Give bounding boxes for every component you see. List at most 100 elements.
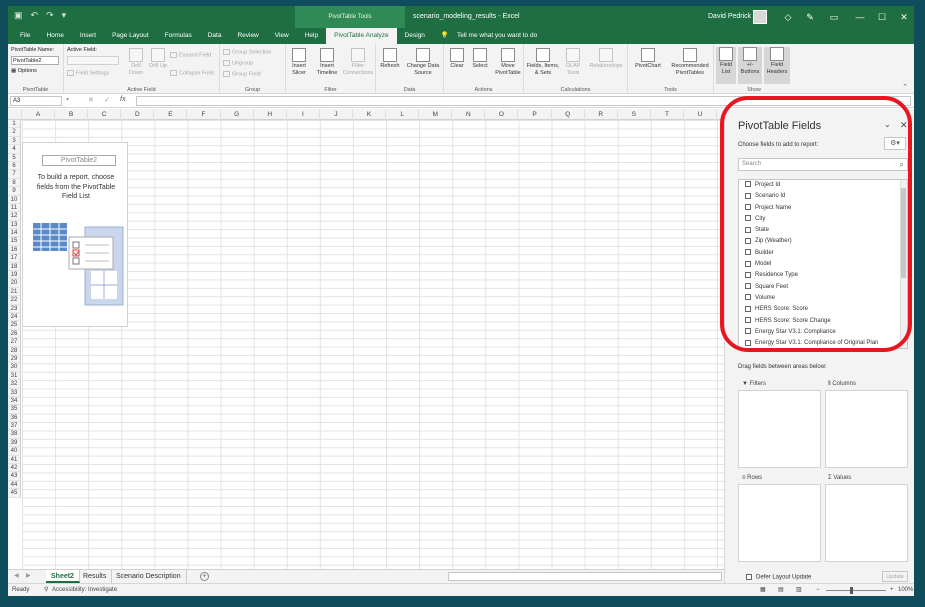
drill-down-button[interactable]: Drill Down	[126, 48, 146, 77]
column-header[interactable]: L	[386, 109, 420, 120]
olap-tools-button[interactable]: OLAP Tools	[561, 48, 585, 77]
field-search-input[interactable]: Search ⌕	[738, 158, 908, 171]
field-checkbox[interactable]	[745, 339, 751, 346]
row-header[interactable]: 3	[8, 137, 20, 146]
field-checkbox[interactable]	[745, 328, 751, 335]
tab-file[interactable]: File	[12, 28, 38, 44]
tab-design[interactable]: Design	[397, 28, 433, 44]
row-header[interactable]: 29	[8, 355, 20, 364]
active-field-input[interactable]	[67, 56, 119, 65]
add-sheet-icon[interactable]: +	[200, 572, 209, 581]
column-header[interactable]: K	[353, 109, 387, 120]
row-header[interactable]: 19	[8, 271, 20, 280]
row-header[interactable]: 21	[8, 288, 20, 297]
column-header[interactable]: R	[585, 109, 618, 120]
field-list-scrollbar[interactable]	[900, 180, 907, 348]
row-header[interactable]: 45	[8, 489, 20, 498]
zoom-in-icon[interactable]: +	[890, 584, 894, 596]
cancel-icon[interactable]: ✕	[88, 96, 94, 104]
prev-sheet-icon[interactable]: ◀	[14, 572, 19, 579]
column-header[interactable]: M	[419, 109, 453, 120]
field-list-item[interactable]: HERS Score: Score	[739, 304, 907, 315]
column-header[interactable]: F	[188, 109, 221, 120]
row-header[interactable]: 7	[8, 170, 20, 179]
filter-connections-button[interactable]: Filter Connections	[342, 48, 374, 77]
close-button[interactable]: ✕	[894, 6, 914, 28]
row-header[interactable]: 33	[8, 389, 20, 397]
field-checkbox[interactable]	[745, 226, 751, 233]
pivotchart-button[interactable]: PivotChart	[630, 48, 666, 70]
column-header[interactable]: D	[121, 109, 155, 120]
restore-button[interactable]: ☐	[872, 6, 892, 28]
name-box[interactable]: A3	[10, 96, 62, 106]
field-list-button[interactable]: Field List	[716, 47, 736, 84]
field-checkbox[interactable]	[745, 215, 751, 222]
tell-me-search[interactable]: Tell me what you want to do	[457, 28, 537, 44]
row-header[interactable]: 1	[8, 120, 20, 129]
update-button[interactable]: Update	[882, 571, 908, 582]
field-list-item[interactable]: Scenario Id	[739, 191, 907, 202]
field-list-item[interactable]: Energy Star V3.1: Compliance of Original…	[739, 338, 907, 348]
relationships-button[interactable]: Relationships	[586, 48, 626, 70]
row-header[interactable]: 25	[8, 321, 20, 330]
row-header[interactable]: 6	[8, 162, 20, 171]
field-settings-button[interactable]: Field Settings	[67, 70, 109, 76]
column-header[interactable]: T	[651, 109, 684, 120]
defer-layout-update-checkbox[interactable]: Defer Layout Update	[746, 574, 811, 581]
tab-home[interactable]: Home	[38, 28, 71, 44]
ungroup-button[interactable]: Ungroup	[223, 60, 253, 66]
filters-area[interactable]	[738, 390, 821, 468]
change-data-source-button[interactable]: Change Data Source	[404, 48, 442, 77]
tab-page-layout[interactable]: Page Layout	[104, 28, 157, 44]
customize-qat-icon[interactable]: ▾	[62, 10, 67, 21]
field-list-item[interactable]: Square Feet	[739, 282, 907, 293]
normal-view-icon[interactable]: ▦	[760, 584, 766, 596]
tab-formulas[interactable]: Formulas	[157, 28, 200, 44]
zoom-slider[interactable]	[826, 590, 886, 591]
field-list-scroll-thumb[interactable]	[901, 188, 906, 278]
tab-help[interactable]: Help	[297, 28, 326, 44]
row-header[interactable]: 36	[8, 414, 20, 423]
zoom-level[interactable]: 100%	[898, 584, 913, 596]
field-checkbox[interactable]	[745, 237, 751, 244]
sheet-tab-scenario-description[interactable]: Scenario Description	[111, 570, 187, 583]
gear-icon[interactable]: ⚙▾	[884, 137, 906, 150]
plus-minus-buttons-button[interactable]: +/- Buttons	[738, 47, 762, 84]
next-sheet-icon[interactable]: ▶	[26, 572, 31, 579]
row-header[interactable]: 9	[8, 187, 20, 196]
field-headers-button[interactable]: Field Headers	[764, 47, 790, 84]
field-list-item[interactable]: Builder	[739, 248, 907, 259]
minimize-button[interactable]: —	[850, 6, 870, 28]
row-header[interactable]: 41	[8, 456, 20, 465]
pane-options-chevron-icon[interactable]: ⌄	[884, 120, 891, 129]
formula-input[interactable]	[136, 96, 911, 106]
field-checkbox[interactable]	[745, 181, 751, 188]
row-header[interactable]: 34	[8, 397, 20, 406]
pivottable-name-input[interactable]: PivotTable2	[11, 56, 59, 65]
user-name[interactable]: David Pedrick	[708, 6, 751, 28]
column-header[interactable]: I	[287, 109, 320, 120]
tab-data[interactable]: Data	[200, 28, 230, 44]
field-checkbox[interactable]	[745, 204, 751, 211]
values-area[interactable]	[825, 484, 908, 562]
insert-slicer-button[interactable]: Insert Slicer	[288, 48, 310, 77]
field-list-item[interactable]: HERS Score: Score Change	[739, 316, 907, 327]
group-selection-button[interactable]: Group Selection	[223, 49, 271, 55]
row-header[interactable]: 2	[8, 128, 20, 137]
move-pivottable-button[interactable]: Move PivotTable	[493, 48, 523, 77]
row-header[interactable]: 17	[8, 254, 20, 263]
row-header[interactable]: 27	[8, 338, 20, 347]
row-header[interactable]: 28	[8, 347, 20, 355]
field-list-item[interactable]: City	[739, 214, 907, 225]
row-header[interactable]: 15	[8, 237, 20, 246]
collapse-field-button[interactable]: Collapse Field	[170, 70, 214, 76]
tab-view[interactable]: View	[267, 28, 297, 44]
select-all-corner[interactable]	[8, 109, 22, 120]
field-list-item[interactable]: Energy Star V3.1: Compliance	[739, 327, 907, 338]
row-header[interactable]: 5	[8, 154, 20, 162]
sheet-tab-results[interactable]: Results	[78, 570, 113, 583]
columns-area[interactable]	[825, 390, 908, 468]
field-checkbox[interactable]	[745, 305, 751, 312]
options-button[interactable]: ▦ Options	[11, 68, 37, 74]
column-header[interactable]: B	[55, 109, 89, 120]
